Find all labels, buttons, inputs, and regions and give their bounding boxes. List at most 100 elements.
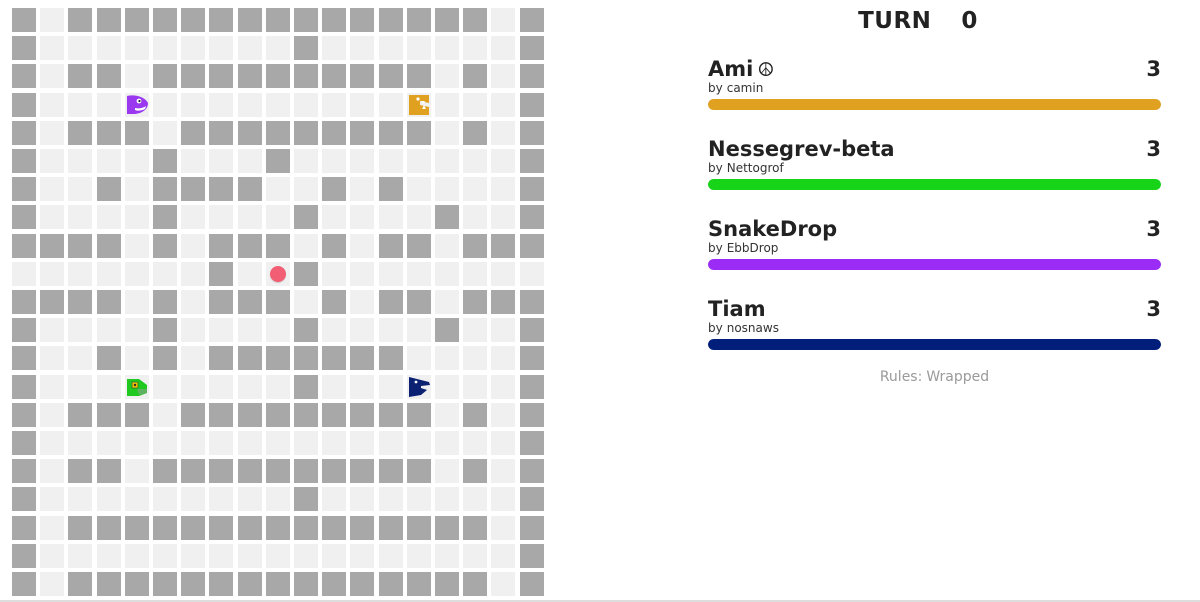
board-cell <box>322 149 346 173</box>
board-cell <box>40 64 64 88</box>
board-cell <box>181 346 205 370</box>
board-cell <box>68 375 92 399</box>
board-cell <box>491 572 515 596</box>
hazard-cell <box>97 516 121 540</box>
hazard-cell <box>463 121 487 145</box>
board-cell <box>153 36 177 60</box>
board-cell <box>266 375 290 399</box>
board-cell <box>97 36 121 60</box>
board-cell <box>294 149 318 173</box>
board-cell <box>266 177 290 201</box>
board-cell <box>40 93 64 117</box>
hazard-cell <box>68 403 92 427</box>
hazard-cell <box>407 290 431 314</box>
hazard-cell <box>322 121 346 145</box>
board-cell <box>350 544 374 568</box>
board-cell <box>181 487 205 511</box>
hazard-cell <box>181 8 205 32</box>
board-cell <box>435 121 459 145</box>
player-card-tiam: Tiam 3 by nosnaws <box>708 296 1161 356</box>
board-cell <box>125 177 149 201</box>
hazard-cell <box>68 8 92 32</box>
hazard-cell <box>209 459 233 483</box>
board-cell <box>435 544 459 568</box>
board-cell <box>379 36 403 60</box>
hazard-cell <box>379 177 403 201</box>
hazard-cell <box>322 403 346 427</box>
hazard-cell <box>463 403 487 427</box>
hazard-cell <box>520 149 544 173</box>
hazard-cell <box>379 516 403 540</box>
board-cell <box>40 544 64 568</box>
board-cell <box>97 487 121 511</box>
board-cell <box>68 487 92 511</box>
hazard-cell <box>379 121 403 145</box>
board-cell <box>125 487 149 511</box>
hazard-cell <box>463 516 487 540</box>
player-card-snakedrop: SnakeDrop 3 by EbbDrop <box>708 216 1161 276</box>
board-cell <box>463 487 487 511</box>
player-card-ami: Ami ☮ 3 by camin <box>708 56 1161 116</box>
board-cell <box>435 262 459 286</box>
hazard-cell <box>238 290 262 314</box>
hazard-cell <box>294 262 318 286</box>
board-cell <box>40 121 64 145</box>
hazard-cell <box>350 8 374 32</box>
board-cell <box>181 36 205 60</box>
board-cell <box>491 431 515 455</box>
hazard-cell <box>407 121 431 145</box>
hazard-cell <box>12 177 36 201</box>
board-cell <box>435 290 459 314</box>
board-cell <box>463 318 487 342</box>
hazard-cell <box>125 8 149 32</box>
rules-value: Wrapped <box>926 369 990 385</box>
board-cell <box>435 36 459 60</box>
board-cell <box>491 375 515 399</box>
board-cell <box>181 431 205 455</box>
player-name: SnakeDrop <box>708 216 837 242</box>
board-cell <box>491 8 515 32</box>
hazard-cell <box>350 346 374 370</box>
hazard-cell <box>238 8 262 32</box>
player-name: Nessegrev-beta <box>708 136 895 162</box>
board-cell <box>238 149 262 173</box>
hazard-cell <box>181 403 205 427</box>
hazard-cell <box>12 93 36 117</box>
hazard-cell <box>153 8 177 32</box>
player-name-text: Nessegrev-beta <box>708 137 895 161</box>
board-cell <box>435 431 459 455</box>
hazard-cell <box>294 459 318 483</box>
board-cell <box>40 516 64 540</box>
board-cell <box>266 544 290 568</box>
hazard-cell <box>520 93 544 117</box>
hazard-cell <box>12 459 36 483</box>
hazard-cell <box>12 8 36 32</box>
board-cell <box>379 487 403 511</box>
hazard-cell <box>266 64 290 88</box>
hazard-cell <box>435 516 459 540</box>
board-cell <box>294 93 318 117</box>
hazard-cell <box>294 121 318 145</box>
hazard-cell <box>520 318 544 342</box>
board-cell <box>350 93 374 117</box>
board-cell <box>238 262 262 286</box>
player-name-text: Tiam <box>708 297 766 321</box>
turn-label: TURN <box>858 8 932 34</box>
hazard-cell <box>407 234 431 258</box>
board-cell <box>181 375 205 399</box>
board-cell <box>68 544 92 568</box>
hazard-cell <box>379 572 403 596</box>
board-cell <box>379 262 403 286</box>
board-cell <box>491 487 515 511</box>
hazard-cell <box>12 375 36 399</box>
board-cell <box>40 149 64 173</box>
player-name-text: SnakeDrop <box>708 217 838 241</box>
board-cell <box>379 375 403 399</box>
hazard-cell <box>12 36 36 60</box>
board-cell <box>322 36 346 60</box>
author-prefix: by <box>708 321 723 335</box>
board-cell <box>97 318 121 342</box>
hazard-cell <box>294 403 318 427</box>
hazard-cell <box>153 516 177 540</box>
board-cell <box>266 318 290 342</box>
